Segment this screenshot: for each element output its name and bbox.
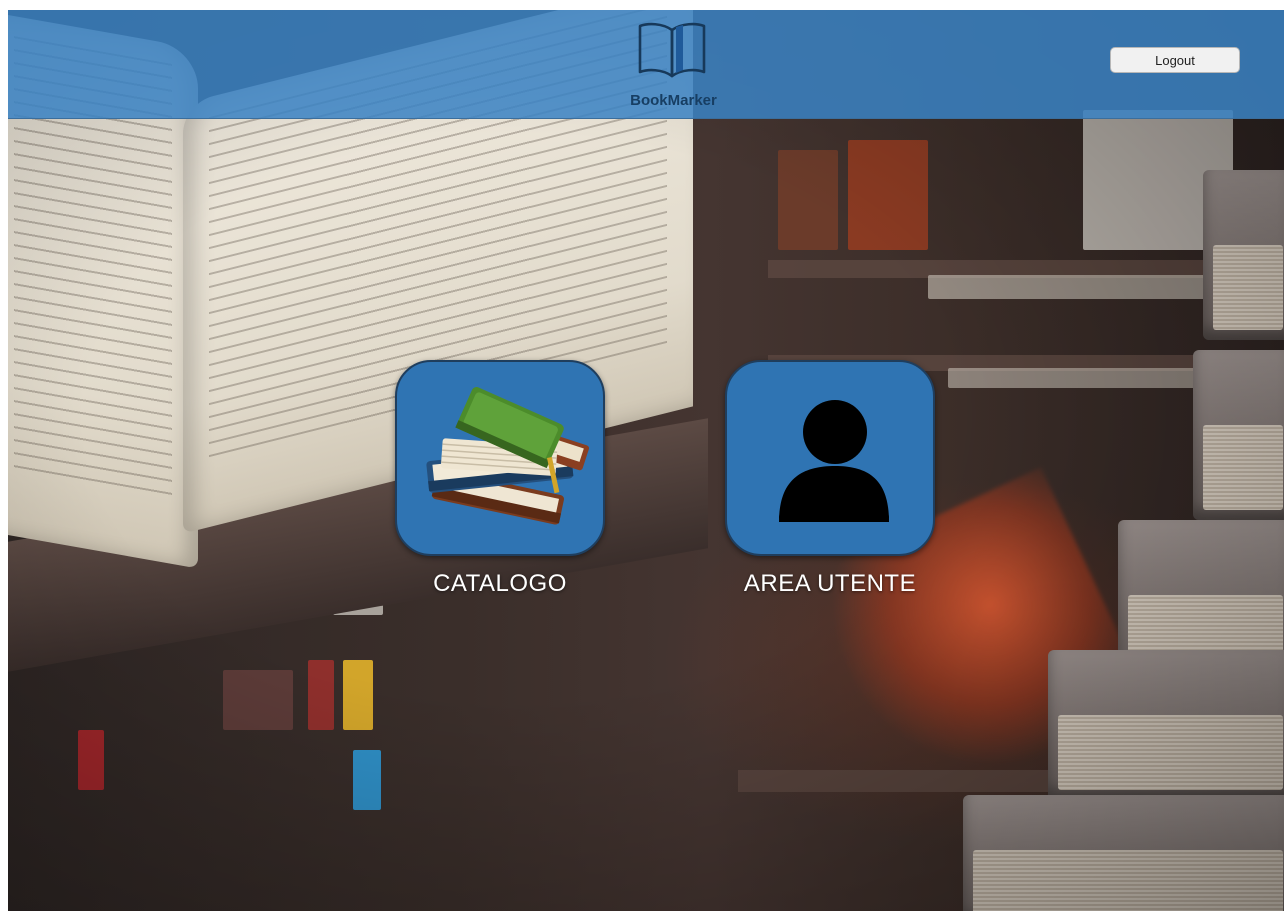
app-window: BookMarker Logout CATALOGO AREA UTENTE xyxy=(8,10,1284,911)
catalog-button[interactable] xyxy=(395,360,605,556)
user-area-label: AREA UTENTE xyxy=(743,570,917,597)
open-book-icon xyxy=(638,22,706,78)
app-logo: BookMarker xyxy=(616,20,736,110)
catalog-label: CATALOGO xyxy=(433,570,567,597)
brand-name: BookMarker xyxy=(630,92,717,109)
user-icon xyxy=(779,400,889,522)
user-area-button[interactable] xyxy=(725,360,935,556)
user-area-tile[interactable]: AREA UTENTE xyxy=(725,360,935,598)
logout-button[interactable]: Logout xyxy=(1110,47,1240,73)
background-image xyxy=(8,10,1284,911)
top-bar: BookMarker Logout xyxy=(8,10,1284,119)
books-stack-icon xyxy=(426,387,590,525)
catalog-tile[interactable]: CATALOGO xyxy=(395,360,605,598)
